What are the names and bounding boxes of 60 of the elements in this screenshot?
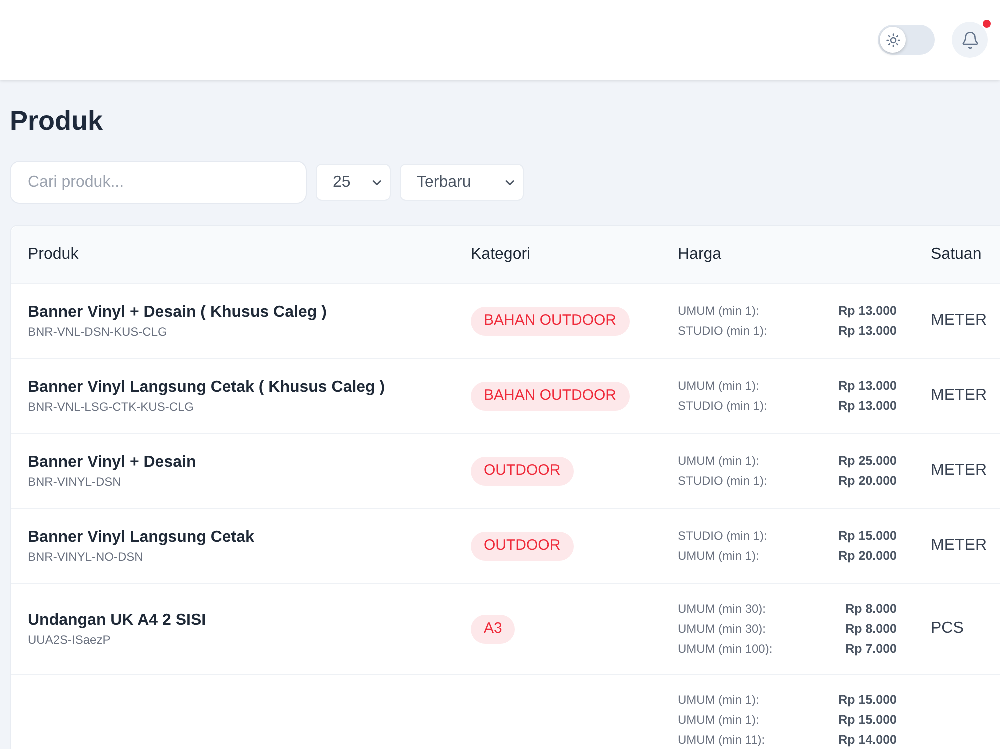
price-value: Rp 20.000 [838, 548, 897, 565]
notification-button[interactable] [952, 22, 988, 58]
category-badge: BAHAN OUTDOOR [471, 306, 630, 336]
product-code: BNR-VNL-LSG-CTK-KUS-CLG [28, 399, 194, 415]
price-tier-label: STUDIO (min 1): [678, 323, 768, 340]
bell-icon [960, 30, 980, 50]
price-tier-label: UMUM (min 30): [678, 621, 766, 638]
unit-text: METER [931, 537, 987, 554]
product-code: UUA2S-ISaezP [28, 632, 111, 648]
price-tier-label: UMUM (min 1): [678, 303, 760, 320]
price-value: Rp 7.000 [846, 640, 897, 658]
price-value: Rp 25.000 [838, 452, 897, 470]
price-tier-label: UMUM (min 1): [678, 692, 760, 709]
product-name: Banner Vinyl + Desain [28, 453, 196, 473]
price-tier-label: UMUM (min 1): [678, 712, 760, 729]
price-value: Rp 15.000 [838, 692, 897, 709]
price-value: Rp 13.000 [838, 378, 897, 395]
price-tier-label: STUDIO (min 1): [678, 398, 768, 415]
category-badge: A3 [471, 614, 516, 644]
category-badge: OUTDOOR [471, 456, 574, 486]
unit-text: METER [931, 387, 987, 404]
column-header: Kategori [471, 246, 531, 262]
price-value: Rp 13.000 [838, 302, 897, 320]
price-tier-label: UMUM (min 30): [678, 601, 766, 618]
search-field[interactable]: Cari produk... [10, 161, 307, 204]
unit-text: METER [931, 312, 987, 329]
product-code: BNR-VNL-DSN-KUS-CLG [28, 324, 168, 340]
unit-text: METER [931, 462, 987, 479]
price-value: Rp 13.000 [838, 398, 897, 415]
category-badge: OUTDOOR [471, 532, 574, 560]
price-tier-label: UMUM (min 11): [678, 732, 766, 749]
unit-text: PCS [931, 620, 964, 637]
sun-icon [886, 32, 900, 48]
price-value: Rp 8.000 [846, 600, 897, 618]
category-badge: BAHAN OUTDOOR [471, 382, 630, 410]
column-header: Produk [28, 246, 79, 262]
theme-toggle[interactable] [878, 25, 935, 55]
product-code: BNR-VINYL-NO-DSN [28, 549, 144, 565]
product-name: Banner Vinyl Langsung Cetak ( Khusus Caleg ) [28, 378, 386, 398]
price-value: Rp 13.000 [838, 322, 897, 340]
price-tier-label: UMUM (min 1): [678, 453, 760, 470]
product-code: BNR-VINYL-DSN [28, 474, 122, 490]
product-name: Banner Vinyl + Desain ( Khusus Caleg ) [28, 303, 327, 323]
price-value: Rp 20.000 [838, 472, 897, 490]
price-tier-label: UMUM (min 1): [678, 378, 760, 395]
per-page-select[interactable]: 25 [316, 164, 391, 201]
price-value: Rp 15.000 [838, 528, 897, 545]
price-value: Rp 15.000 [838, 712, 897, 729]
price-tier-label: UMUM (min 100): [678, 641, 773, 658]
column-header: Harga [678, 246, 722, 262]
page-title: Produk [10, 105, 104, 138]
price-value: Rp 14.000 [838, 732, 897, 749]
price-tier-label: UMUM (min 1): [678, 548, 760, 565]
product-name: Banner Vinyl Langsung Cetak [28, 528, 254, 548]
product-name: Undangan UK A4 2 SISI [28, 611, 206, 631]
column-header: Satuan [931, 246, 982, 262]
price-value: Rp 8.000 [846, 620, 897, 638]
price-tier-label: STUDIO (min 1): [678, 473, 768, 490]
price-tier-label: STUDIO (min 1): [678, 528, 768, 545]
sort-select[interactable]: Terbaru [400, 164, 524, 201]
